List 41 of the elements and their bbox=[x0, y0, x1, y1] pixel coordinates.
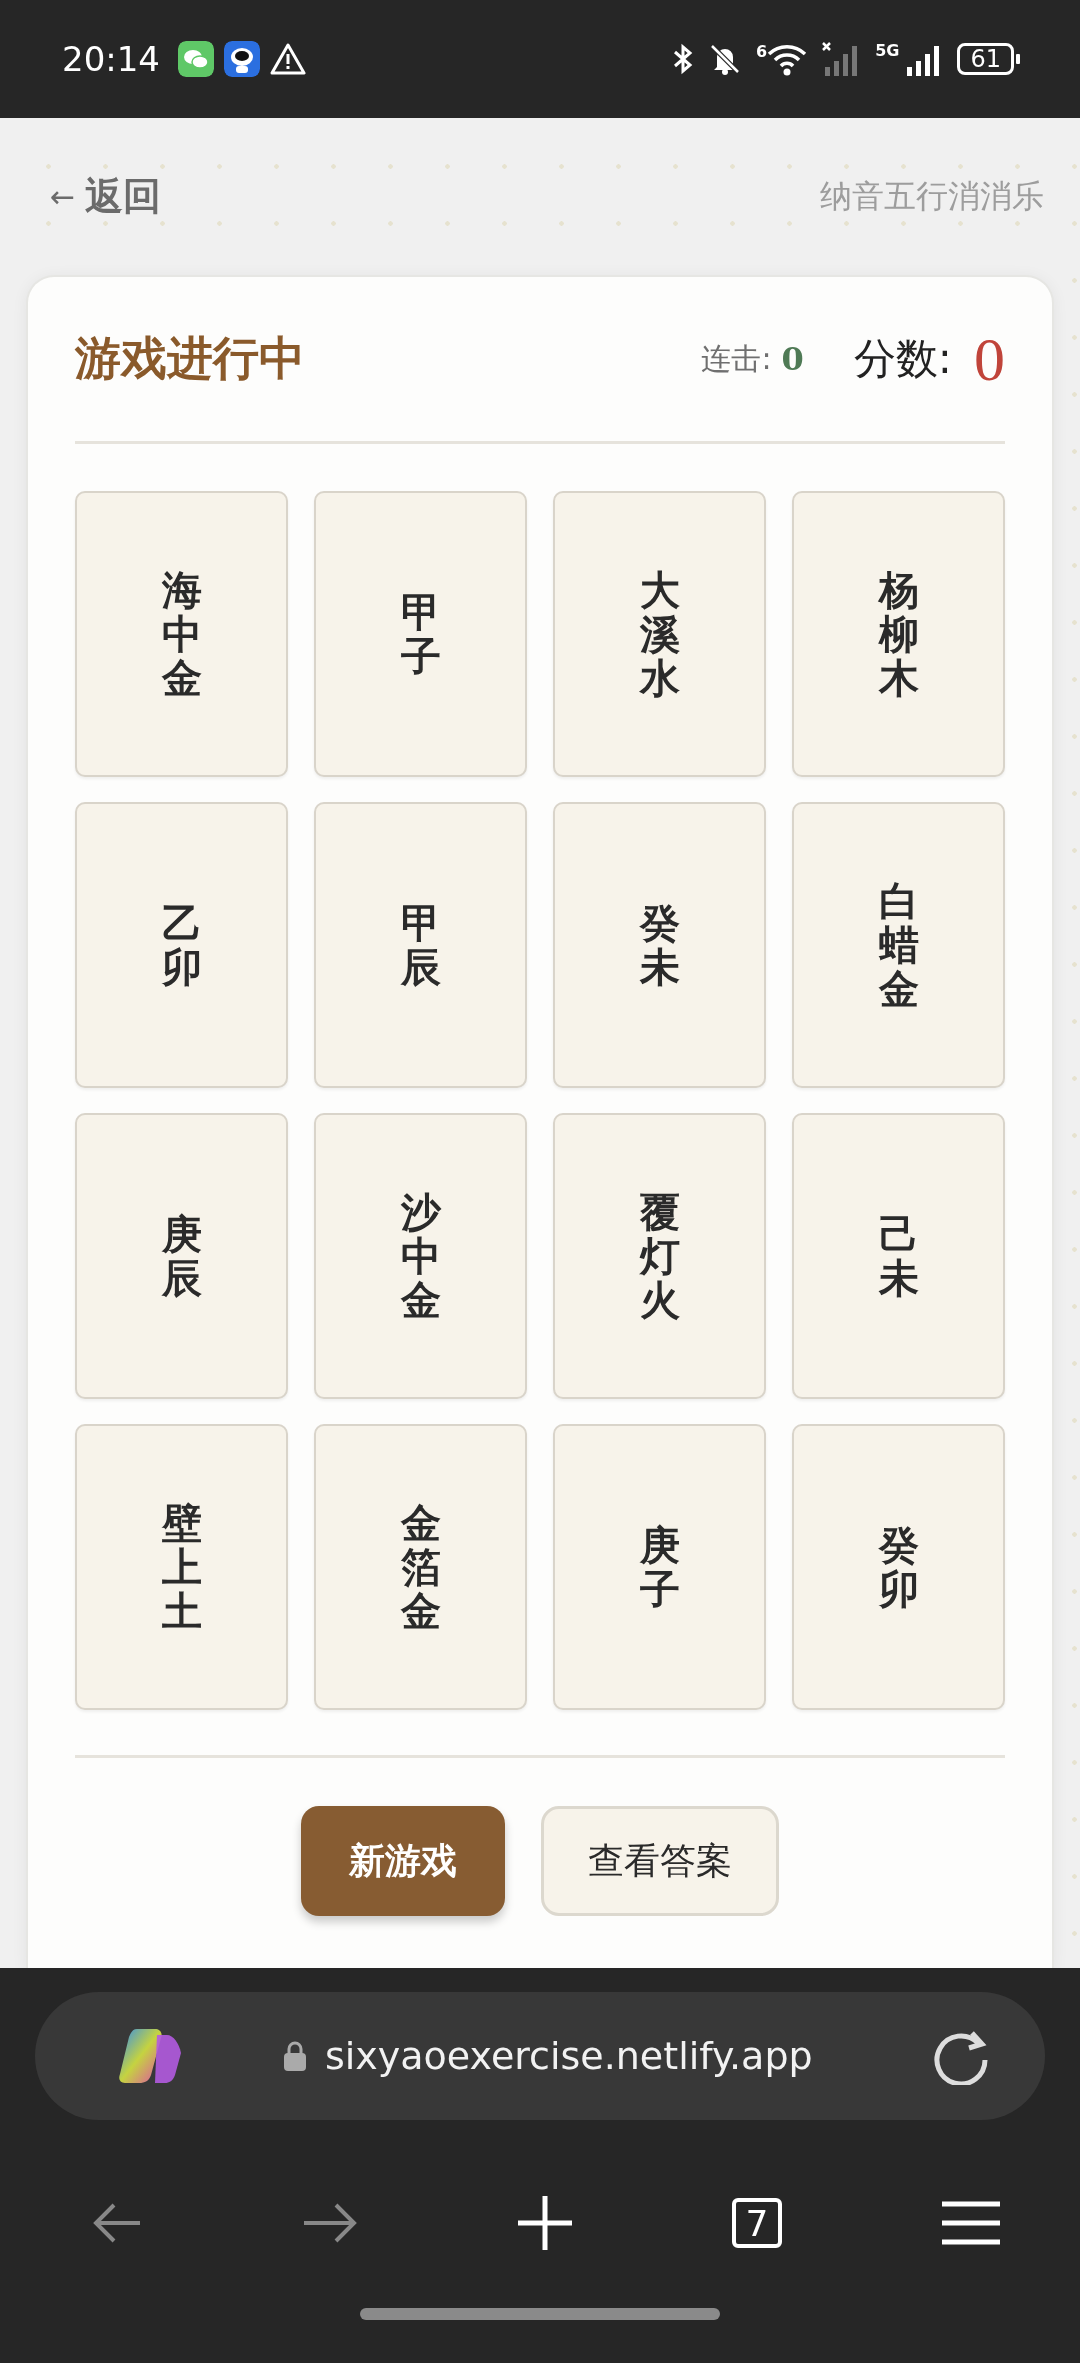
tile[interactable]: 白蜡金 bbox=[792, 802, 1005, 1088]
tile[interactable]: 壁上土 bbox=[75, 1424, 288, 1710]
tile[interactable]: 庚辰 bbox=[75, 1113, 288, 1399]
address-field[interactable]: sixyaoexercise.netlify.app bbox=[325, 2034, 813, 2078]
game-status: 游戏进行中 bbox=[75, 330, 305, 387]
tile[interactable]: 大溪水 bbox=[553, 491, 766, 777]
tile[interactable]: 海中金 bbox=[75, 491, 288, 777]
score-value: 0 bbox=[974, 323, 1005, 395]
new-tab-plus-icon[interactable] bbox=[518, 2196, 572, 2250]
tile[interactable]: 乙卯 bbox=[75, 802, 288, 1088]
back-link[interactable]: ← 返回 bbox=[50, 171, 162, 222]
show-answer-button[interactable]: 查看答案 bbox=[541, 1806, 779, 1916]
bluetooth-icon bbox=[672, 43, 695, 75]
tab-count-button[interactable]: 7 bbox=[732, 2198, 782, 2248]
wifi-generation-label: 6 bbox=[756, 42, 768, 61]
tile[interactable]: 杨柳木 bbox=[792, 491, 1005, 777]
network-type-label: 5G bbox=[875, 41, 900, 60]
new-game-button[interactable]: 新游戏 bbox=[301, 1806, 505, 1916]
tile[interactable]: 沙中金 bbox=[314, 1113, 527, 1399]
battery-level: 61 bbox=[957, 43, 1014, 75]
back-arrow-icon: ← bbox=[50, 179, 76, 214]
tile[interactable]: 己未 bbox=[792, 1113, 1005, 1399]
tile[interactable]: 癸未 bbox=[553, 802, 766, 1088]
tile[interactable]: 覆灯火 bbox=[553, 1113, 766, 1399]
chat-app-icon bbox=[178, 41, 214, 77]
combo-value: 0 bbox=[781, 340, 804, 378]
tile[interactable]: 甲辰 bbox=[314, 802, 527, 1088]
page-title: 纳音五行消消乐 bbox=[820, 175, 1044, 217]
tile[interactable]: 甲子 bbox=[314, 491, 527, 777]
back-arrow-icon[interactable] bbox=[92, 2201, 142, 2245]
combo-label: 连击: bbox=[701, 339, 772, 378]
menu-icon[interactable] bbox=[942, 2201, 1000, 2245]
score-label: 分数: bbox=[853, 333, 952, 385]
tile[interactable]: 庚子 bbox=[553, 1424, 766, 1710]
tile[interactable]: 癸卯 bbox=[792, 1424, 1005, 1710]
tile[interactable]: 金箔金 bbox=[314, 1424, 527, 1710]
clock-time: 20:14 bbox=[62, 39, 160, 79]
wifi-icon bbox=[767, 42, 808, 76]
warning-icon bbox=[270, 43, 306, 75]
lock-icon bbox=[283, 2040, 307, 2072]
robot-app-icon bbox=[224, 41, 260, 77]
